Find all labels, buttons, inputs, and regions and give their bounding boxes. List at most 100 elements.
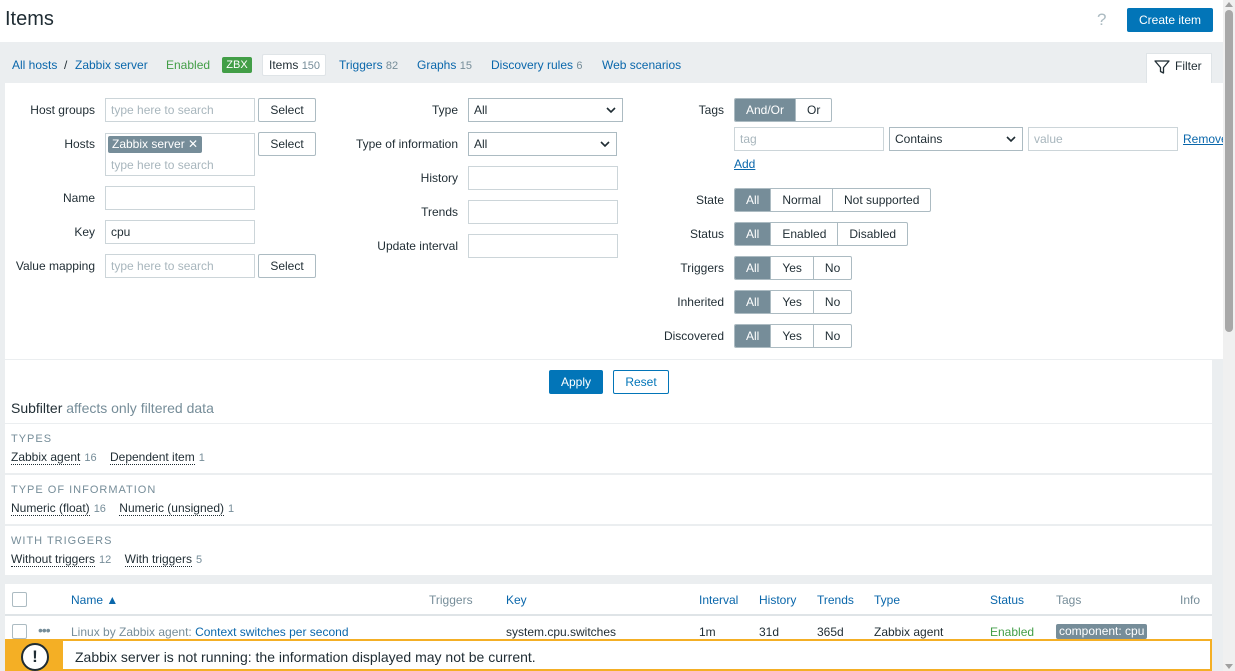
tags-or-option[interactable]: Or [795,99,831,121]
state-toggle[interactable]: All Normal Not supported [734,188,932,212]
tag-value-input[interactable] [1028,127,1178,151]
value-mapping-label: Value mapping [15,259,95,273]
host-groups-input[interactable] [105,98,255,122]
discovered-yes-option[interactable]: Yes [770,325,813,347]
state-label: State [695,193,724,207]
tag-operator-value: Contains [895,132,943,146]
filter-tab[interactable]: Filter [1146,53,1212,83]
subfilter-value[interactable]: Without triggers [11,552,96,567]
items-tab[interactable]: Items 150 [262,54,326,76]
tags-label: Tags [698,103,724,117]
help-icon[interactable]: ? [1097,10,1106,30]
status-enabled-option[interactable]: Enabled [770,223,837,245]
apply-button[interactable]: Apply [549,370,603,394]
type-select[interactable]: All [468,98,623,122]
subfilter-value[interactable]: Numeric (float) [11,501,90,516]
tag-operator-select[interactable]: Contains [889,127,1023,151]
subfilter-count: 12 [99,554,112,566]
state-not-supported-option[interactable]: Not supported [832,189,930,211]
inherited-all-option[interactable]: All [735,291,771,313]
column-tags: Tags [1056,593,1082,607]
subfilter-type-of-information: TYPE OF INFORMATION Numeric (float) 16 Nu… [5,474,1212,524]
tag-name-input[interactable] [734,127,884,151]
tags-evaltype-toggle[interactable]: And/Or Or [734,98,833,122]
status-all-option[interactable]: All [735,223,771,245]
scrollbar-thumb[interactable] [1225,10,1233,332]
scroll-up-icon[interactable] [1225,2,1233,7]
subfilter-value[interactable]: Dependent item [109,450,195,465]
triggers-all-option[interactable]: All [735,257,771,279]
item-type: Zabbix agent [874,625,944,639]
hosts-multiselect[interactable]: Zabbix server ✕ type here to search [105,133,255,176]
column-interval[interactable]: Interval [699,593,738,607]
state-normal-option[interactable]: Normal [770,189,832,211]
host-status[interactable]: Enabled [166,58,210,72]
discovered-no-option[interactable]: No [812,325,851,347]
host-link[interactable]: Zabbix server [75,58,148,72]
column-info: Info [1180,593,1201,607]
history-input[interactable] [468,166,618,190]
triggers-no-option[interactable]: No [812,257,851,279]
item-key: system.cpu.switches [506,625,617,639]
page-scrollbar[interactable] [1223,0,1235,671]
type-select-value: All [474,103,488,117]
status-toggle[interactable]: All Enabled Disabled [734,222,909,246]
inherited-toggle[interactable]: All Yes No [734,290,853,314]
zbx-availability-badge: ZBX [222,57,252,73]
column-type[interactable]: Type [874,593,900,607]
scroll-down-icon[interactable] [1225,664,1233,669]
history-label: History [420,171,458,185]
subfilter-note: affects only filtered data [66,400,214,416]
remove-chip-icon[interactable]: ✕ [188,137,198,151]
update-interval-input[interactable] [468,234,618,258]
value-mapping-input[interactable] [105,254,255,278]
inherited-no-option[interactable]: No [812,291,851,313]
discovery-rules-link[interactable]: Discovery rules 6 [491,58,583,72]
subfilter-with-triggers: WITH TRIGGERS Without triggers 12 With tr… [5,525,1212,575]
item-history: 31d [759,625,780,639]
triggers-link[interactable]: Triggers 82 [339,58,398,72]
key-input[interactable] [105,220,255,244]
column-status[interactable]: Status [990,593,1024,607]
tags-andor-option[interactable]: And/Or [735,99,796,121]
inherited-yes-option[interactable]: Yes [770,291,813,313]
items-count: 150 [301,60,321,72]
type-info-select[interactable]: All [468,132,617,156]
state-all-option[interactable]: All [735,189,771,211]
item-template-link[interactable]: Linux by Zabbix agent: [71,625,192,639]
discovered-toggle[interactable]: All Yes No [734,324,853,348]
subfilter-count: 16 [93,503,106,515]
column-key[interactable]: Key [506,593,527,607]
trends-input[interactable] [468,200,618,224]
discovered-all-option[interactable]: All [735,325,771,347]
triggers-toggle[interactable]: All Yes No [734,256,853,280]
reset-button[interactable]: Reset [613,370,669,394]
status-disabled-option[interactable]: Disabled [837,223,907,245]
create-item-button[interactable]: Create item [1127,8,1213,32]
item-status[interactable]: Enabled [990,625,1034,639]
column-history[interactable]: History [759,593,796,607]
tag-add-link[interactable]: Add [734,157,755,171]
name-input[interactable] [105,186,255,210]
graphs-link[interactable]: Graphs 15 [417,58,472,72]
subfilter-value[interactable]: Zabbix agent [11,450,81,465]
subfilter-value[interactable]: With triggers [124,552,192,567]
select-all-checkbox[interactable] [12,592,27,607]
subfilter-value[interactable]: Numeric (unsigned) [119,501,224,516]
breadcrumb-separator: / [64,58,68,72]
type-info-select-value: All [474,137,488,151]
hosts-select-button[interactable]: Select [258,132,316,156]
all-hosts-link[interactable]: All hosts [12,58,57,72]
page-header: Items ? Create item [0,0,1223,42]
value-mapping-select-button[interactable]: Select [258,254,316,278]
column-trends[interactable]: Trends [817,593,854,607]
triggers-yes-option[interactable]: Yes [770,257,813,279]
tag-remove-link[interactable]: Remove [1183,132,1228,146]
web-scenarios-link[interactable]: Web scenarios [602,58,681,72]
row-checkbox[interactable] [12,624,27,639]
host-chip[interactable]: Zabbix server ✕ [108,136,203,153]
column-name[interactable]: Name ▲ [71,593,118,607]
host-groups-select-button[interactable]: Select [258,98,316,122]
item-name-link[interactable]: Context switches per second [195,625,348,639]
more-options-icon[interactable]: ••• [38,622,51,638]
